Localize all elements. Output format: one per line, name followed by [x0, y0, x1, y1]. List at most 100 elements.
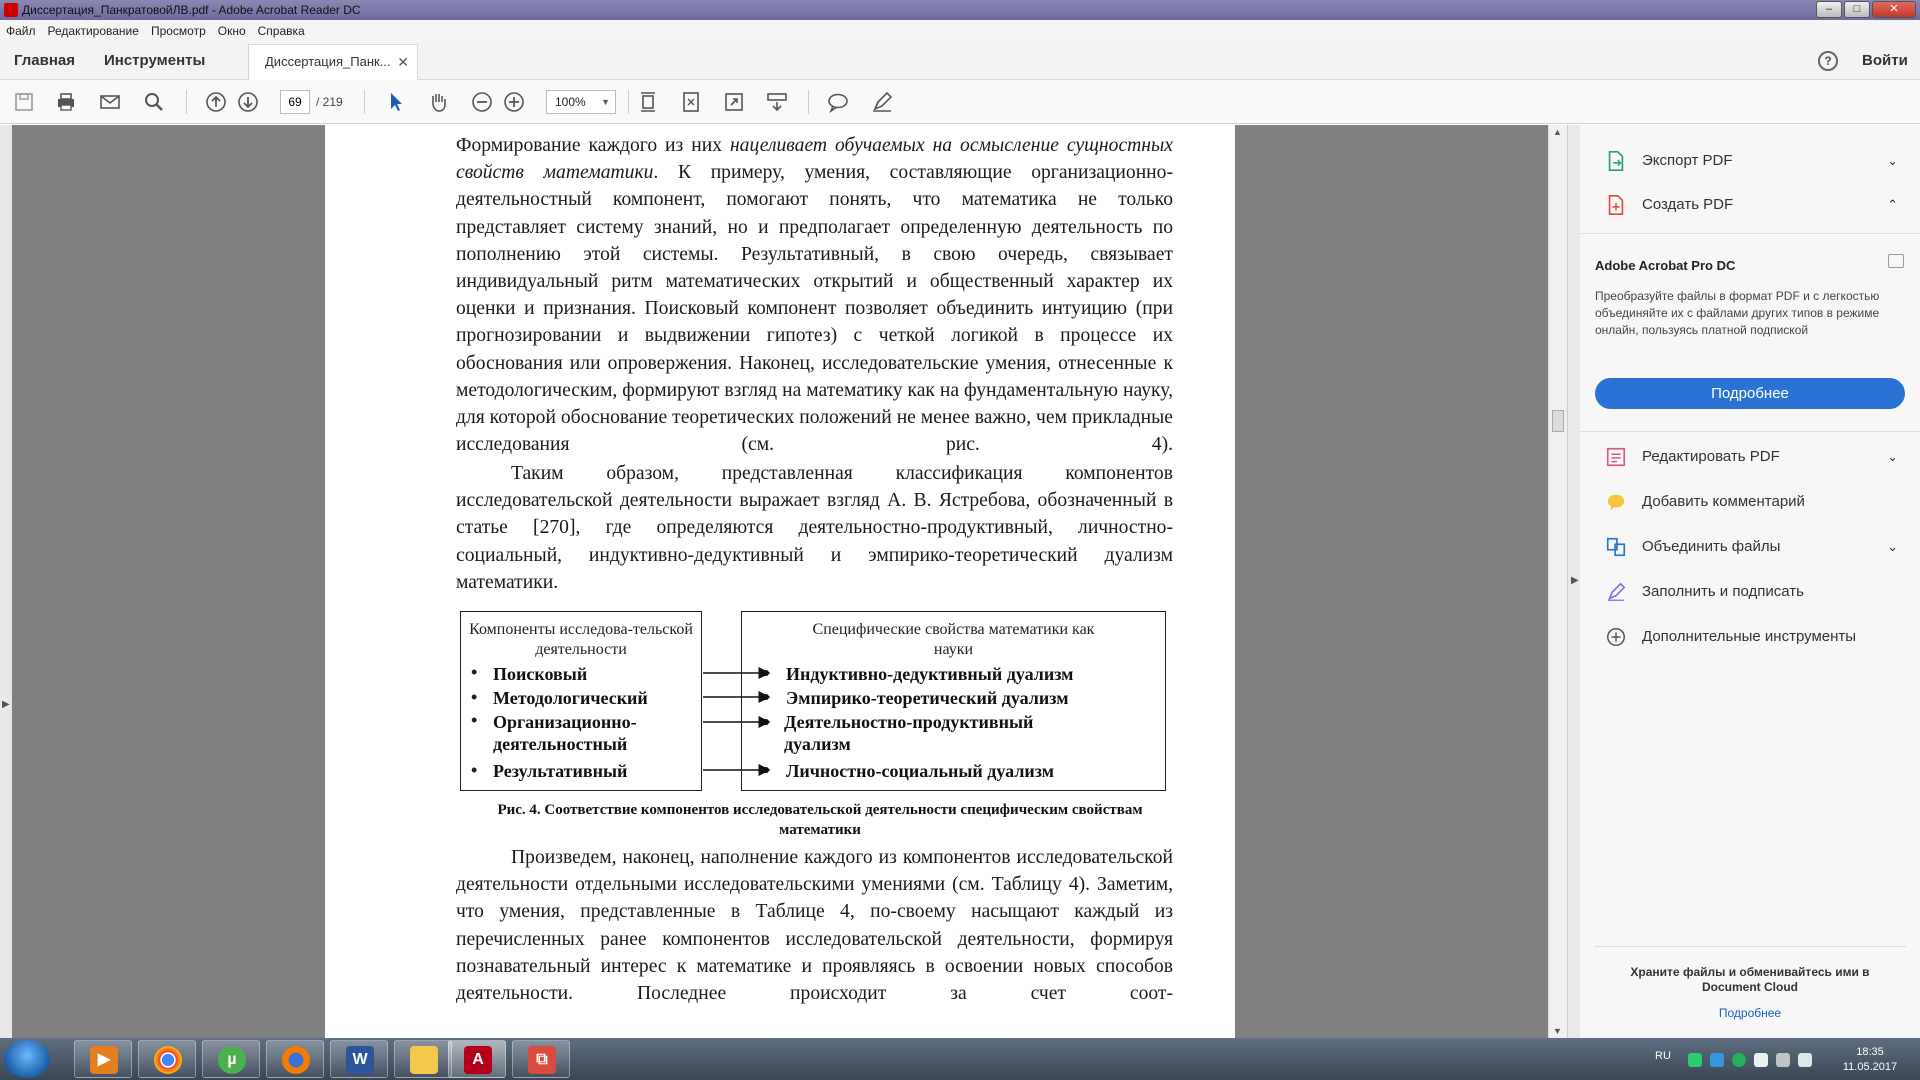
fit-page-icon[interactable] [679, 90, 703, 114]
export-pdf-item[interactable]: Экспорт PDF ⌄ [1604, 146, 1904, 176]
taskbar-explorer[interactable] [394, 1040, 452, 1078]
language-indicator[interactable]: RU [1655, 1050, 1671, 1062]
taskbar-chrome[interactable] [138, 1040, 196, 1078]
paragraph-2: Таким образом, представленная классифика… [456, 460, 1173, 596]
chevron-down-icon[interactable]: ⌄ [1887, 442, 1898, 472]
zoom-select[interactable]: 100% ▼ [546, 90, 616, 114]
close-tab-icon[interactable]: ✕ [397, 45, 409, 79]
left-panel-strip[interactable]: ▶ [0, 125, 12, 1038]
comment-icon[interactable] [826, 90, 850, 114]
app-icon: ⧉ [528, 1046, 556, 1074]
zoom-in-icon[interactable] [502, 90, 526, 114]
page-number-input[interactable] [280, 90, 310, 114]
tray-network-icon[interactable] [1688, 1053, 1702, 1067]
right-panel-strip[interactable]: ▶ [1567, 125, 1580, 1038]
tab-tools[interactable]: Инструменты [104, 42, 205, 80]
tray-skype-icon[interactable] [1710, 1053, 1724, 1067]
tray-utorrent-icon[interactable] [1732, 1053, 1746, 1067]
word-icon: W [346, 1046, 374, 1074]
add-comment-item[interactable]: Добавить комментарий [1604, 487, 1904, 517]
full-screen-icon[interactable] [722, 90, 746, 114]
tray-flag-icon[interactable] [1754, 1053, 1768, 1067]
menu-file[interactable]: Файл [6, 20, 36, 42]
comment-bubble-icon [1607, 494, 1625, 511]
chevron-down-icon[interactable]: ⌄ [1887, 146, 1898, 176]
combine-files-item[interactable]: Объединить файлы ⌄ [1604, 532, 1904, 562]
tray-volume-icon[interactable] [1798, 1053, 1812, 1067]
maximize-button[interactable]: □ [1844, 1, 1870, 18]
scroll-down-icon[interactable]: ▼ [1553, 1026, 1562, 1036]
select-cursor-icon[interactable] [384, 90, 408, 114]
help-icon[interactable]: ? [1818, 51, 1838, 71]
add-comment-label: Добавить комментарий [1642, 493, 1805, 510]
expand-left-panel-icon[interactable]: ▶ [2, 699, 10, 710]
title-bar: Диссертация_ПанкратовойЛВ.pdf - Adobe Ac… [0, 0, 1920, 20]
tab-home[interactable]: Главная [14, 42, 75, 80]
chevron-down-icon[interactable]: ⌄ [1887, 532, 1898, 562]
taskbar-media-player[interactable]: ▶ [74, 1040, 132, 1078]
minimize-button[interactable]: – [1816, 1, 1842, 18]
figure-right-item: Личностно-социальный дуализм [786, 761, 1055, 781]
hand-tool-icon[interactable] [426, 90, 450, 114]
paragraph-1: Формирование каждого из них нацеливает о… [456, 132, 1173, 458]
menu-view[interactable]: Просмотр [151, 20, 206, 42]
create-pdf-item[interactable]: Создать PDF ⌃ [1604, 190, 1904, 220]
figure-left-item: Результативный [493, 761, 628, 781]
plus-circle-icon [1607, 628, 1625, 646]
pdf-page: Формирование каждого из них нацеливает о… [325, 125, 1235, 1038]
tab-bar: Главная Инструменты Диссертация_Панк... … [0, 42, 1920, 80]
figure-left-item: Организационно-деятельностный [493, 712, 637, 754]
figure-right-item: Эмпирико-теоретический дуализм [786, 688, 1069, 708]
tab-document[interactable]: Диссертация_Панк... ✕ [248, 44, 418, 80]
window-title: Диссертация_ПанкратовойЛВ.pdf - Adobe Ac… [22, 3, 361, 17]
search-icon[interactable] [142, 90, 166, 114]
clock[interactable]: 18:35 11.05.2017 [1840, 1045, 1900, 1075]
sign-in-button[interactable]: Войти [1862, 42, 1908, 80]
email-icon[interactable] [98, 90, 122, 114]
document-cloud-link[interactable]: Подробнее [1600, 1006, 1900, 1020]
zoom-value: 100% [555, 95, 586, 109]
learn-more-button[interactable]: Подробнее [1595, 378, 1905, 409]
scroll-mode-icon[interactable] [636, 90, 660, 114]
combine-files-icon [1606, 537, 1626, 557]
zoom-out-icon[interactable] [470, 90, 494, 114]
save-icon[interactable] [12, 90, 36, 114]
menu-window[interactable]: Окно [218, 20, 246, 42]
taskbar-app[interactable]: ⧉ [512, 1040, 570, 1078]
vertical-scrollbar[interactable]: ▲ ▼ [1548, 125, 1567, 1038]
print-icon[interactable] [54, 90, 78, 114]
sign-pen-icon[interactable] [870, 90, 894, 114]
para1-start: Формирование каждого из них [456, 135, 730, 156]
collapse-right-panel-icon[interactable]: ▶ [1571, 575, 1579, 586]
chevron-up-icon[interactable]: ⌃ [1887, 190, 1898, 220]
media-player-icon: ▶ [90, 1046, 118, 1074]
promo-title: Adobe Acrobat Pro DC [1595, 258, 1736, 273]
next-page-icon[interactable] [236, 90, 260, 114]
taskbar-acrobat[interactable]: A [448, 1040, 506, 1078]
menu-help[interactable]: Справка [258, 20, 305, 42]
paragraph-3: Произведем, наконец, наполнение каждого … [456, 844, 1173, 1007]
menu-edit[interactable]: Редактирование [48, 20, 139, 42]
taskbar-word[interactable]: W [330, 1040, 388, 1078]
para2-text: Таким образом, представленная классифика… [456, 463, 1173, 593]
edit-pdf-item[interactable]: Редактировать PDF ⌄ [1604, 442, 1904, 472]
scroll-thumb[interactable] [1552, 410, 1564, 432]
promo-copy-icon[interactable] [1888, 254, 1904, 268]
more-tools-item[interactable]: Дополнительные инструменты [1604, 622, 1904, 652]
tray-monitor-icon[interactable] [1776, 1053, 1790, 1067]
read-mode-icon[interactable] [765, 90, 789, 114]
scroll-up-icon[interactable]: ▲ [1553, 127, 1562, 137]
previous-page-icon[interactable] [204, 90, 228, 114]
create-pdf-icon [1608, 195, 1624, 215]
fill-sign-item[interactable]: Заполнить и подписать [1604, 577, 1904, 607]
figure-right-header: Специфические свойства математики как на… [812, 621, 1095, 658]
clock-time: 18:35 [1856, 1046, 1884, 1058]
start-button[interactable] [4, 1040, 50, 1078]
close-window-button[interactable]: ✕ [1872, 1, 1916, 18]
taskbar-utorrent[interactable]: µ [202, 1040, 260, 1078]
document-cloud-text: Храните файлы и обменивайтесь ими в Docu… [1630, 965, 1870, 994]
taskbar-firefox[interactable] [266, 1040, 324, 1078]
combine-files-label: Объединить файлы [1642, 538, 1781, 555]
create-pdf-label: Создать PDF [1642, 196, 1734, 213]
figure-caption: Рис. 4. Соответствие компонентов исследо… [497, 802, 1143, 838]
